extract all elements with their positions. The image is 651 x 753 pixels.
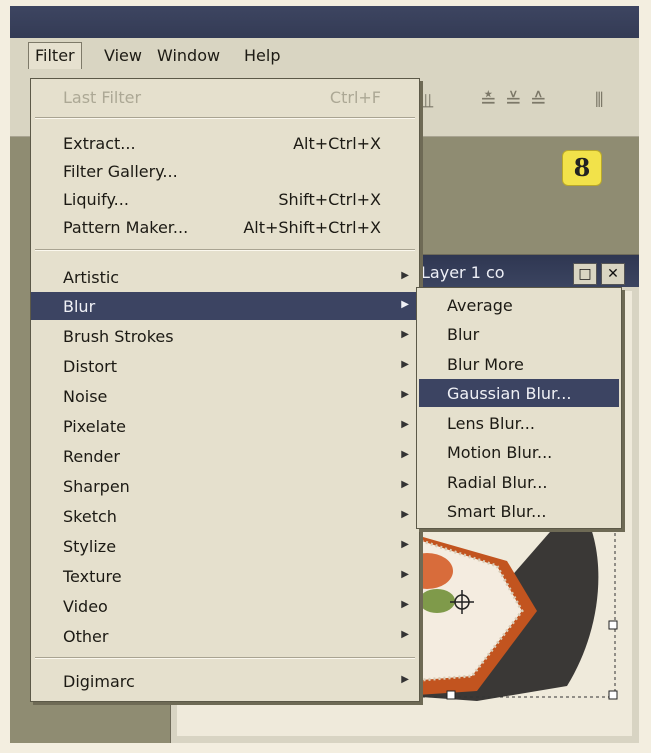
submenu-item-average[interactable]: Average [419, 291, 619, 319]
close-button[interactable]: ✕ [601, 263, 625, 285]
submenu-arrow-icon: ▶ [401, 359, 409, 370]
menu-item-label: Motion Blur... [447, 443, 553, 462]
menu-item-label: Render [63, 447, 120, 466]
menu-item-label: Blur More [447, 355, 524, 374]
menu-item-label: Distort [63, 357, 118, 376]
photoshop-window: Filter View Window Help ⫫ ≛ ≚ ≙ ⫴ Layer … [10, 6, 639, 743]
menu-item-label: Stylize [63, 537, 117, 556]
menu-item-texture[interactable]: Texture ▶ [31, 562, 419, 590]
menu-item-label: Brush Strokes [63, 327, 174, 346]
blur-submenu: Average Blur Blur More Gaussian Blur... … [416, 287, 622, 529]
menu-item-artistic[interactable]: Artistic ▶ [31, 263, 419, 291]
menu-item-shortcut: Alt+Ctrl+X [293, 134, 381, 153]
submenu-item-lens-blur[interactable]: Lens Blur... [419, 409, 619, 437]
menu-filter[interactable]: Filter [28, 42, 82, 69]
submenu-arrow-icon: ▶ [401, 329, 409, 340]
submenu-item-radial-blur[interactable]: Radial Blur... [419, 468, 619, 496]
menu-item-label: Digimarc [63, 672, 135, 691]
menu-item-liquify[interactable]: Liquify... Shift+Ctrl+X [31, 185, 419, 213]
submenu-arrow-icon: ▶ [401, 479, 409, 490]
align-bottom-icon[interactable]: ⫫ [422, 88, 433, 112]
menu-item-shortcut: Alt+Shift+Ctrl+X [243, 218, 381, 237]
menu-item-label: Last Filter [63, 88, 142, 107]
menu-separator [35, 657, 415, 659]
menu-item-label: Other [63, 627, 109, 646]
menu-item-shortcut: Ctrl+F [329, 88, 381, 107]
menu-item-extract[interactable]: Extract... Alt+Ctrl+X [31, 129, 419, 157]
menu-item-label: Sketch [63, 507, 117, 526]
menu-item-label: Liquify... [63, 190, 129, 209]
menu-item-other[interactable]: Other ▶ [31, 622, 419, 650]
menu-item-render[interactable]: Render ▶ [31, 442, 419, 470]
menu-item-label: Gaussian Blur... [447, 384, 572, 403]
menu-item-digimarc[interactable]: Digimarc ▶ [31, 667, 419, 695]
submenu-arrow-icon: ▶ [401, 509, 409, 520]
distribute-top-icon[interactable]: ≛ [480, 88, 497, 112]
menu-item-video[interactable]: Video ▶ [31, 592, 419, 620]
submenu-arrow-icon: ▶ [401, 539, 409, 550]
menu-item-label: Lens Blur... [447, 414, 535, 433]
submenu-arrow-icon: ▶ [401, 419, 409, 430]
menu-item-label: Filter Gallery... [63, 162, 178, 181]
menu-item-stylize[interactable]: Stylize ▶ [31, 532, 419, 560]
menu-item-sharpen[interactable]: Sharpen ▶ [31, 472, 419, 500]
submenu-item-blur[interactable]: Blur [419, 320, 619, 348]
menu-help[interactable]: Help [244, 46, 280, 65]
menu-item-label: Average [447, 296, 513, 315]
menu-separator [35, 117, 415, 119]
filter-menu: Last Filter Ctrl+F Extract... Alt+Ctrl+X… [30, 78, 420, 702]
menu-item-last-filter: Last Filter Ctrl+F [31, 83, 419, 111]
menu-view[interactable]: View [104, 46, 142, 65]
submenu-arrow-icon: ▶ [401, 389, 409, 400]
app-titlebar [10, 6, 639, 38]
menu-item-shortcut: Shift+Ctrl+X [278, 190, 381, 209]
menu-item-label: Pattern Maker... [63, 218, 189, 237]
maximize-button[interactable]: □ [573, 263, 597, 285]
menu-item-blur[interactable]: Blur ▶ [31, 292, 419, 320]
menu-item-label: Blur [447, 325, 480, 344]
submenu-arrow-icon: ▶ [401, 299, 409, 310]
menu-item-pixelate[interactable]: Pixelate ▶ [31, 412, 419, 440]
menu-item-label: Noise [63, 387, 108, 406]
menu-item-filter-gallery[interactable]: Filter Gallery... [31, 157, 419, 185]
distribute-bottom-icon[interactable]: ≙ [530, 88, 547, 112]
menu-item-label: Blur [63, 297, 96, 316]
submenu-arrow-icon: ▶ [401, 449, 409, 460]
menu-item-pattern-maker[interactable]: Pattern Maker... Alt+Shift+Ctrl+X [31, 213, 419, 241]
menu-item-label: Extract... [63, 134, 136, 153]
distribute-center-icon[interactable]: ≚ [505, 88, 522, 112]
step-number-badge: 8 [562, 150, 602, 186]
submenu-arrow-icon: ▶ [401, 569, 409, 580]
menubar: Filter View Window Help [10, 38, 639, 75]
menu-item-label: Sharpen [63, 477, 130, 496]
menu-item-label: Video [63, 597, 108, 616]
submenu-item-motion-blur[interactable]: Motion Blur... [419, 438, 619, 466]
menu-item-noise[interactable]: Noise ▶ [31, 382, 419, 410]
menu-separator [35, 249, 415, 251]
menu-item-distort[interactable]: Distort ▶ [31, 352, 419, 380]
submenu-arrow-icon: ▶ [401, 629, 409, 640]
menu-item-label: Texture [63, 567, 122, 586]
menu-item-label: Smart Blur... [447, 502, 547, 521]
submenu-arrow-icon: ▶ [401, 270, 409, 281]
document-title: Layer 1 co [421, 263, 505, 282]
distribute-left-icon[interactable]: ⫴ [595, 88, 603, 112]
menu-item-sketch[interactable]: Sketch ▶ [31, 502, 419, 530]
menu-window[interactable]: Window [157, 46, 220, 65]
submenu-arrow-icon: ▶ [401, 674, 409, 685]
submenu-item-smart-blur[interactable]: Smart Blur... [419, 497, 619, 525]
menu-item-label: Radial Blur... [447, 473, 548, 492]
submenu-arrow-icon: ▶ [401, 599, 409, 610]
submenu-item-gaussian-blur[interactable]: Gaussian Blur... [419, 379, 619, 407]
menu-item-label: Pixelate [63, 417, 126, 436]
menu-item-label: Artistic [63, 268, 120, 287]
menu-item-brush-strokes[interactable]: Brush Strokes ▶ [31, 322, 419, 350]
submenu-item-blur-more[interactable]: Blur More [419, 350, 619, 378]
